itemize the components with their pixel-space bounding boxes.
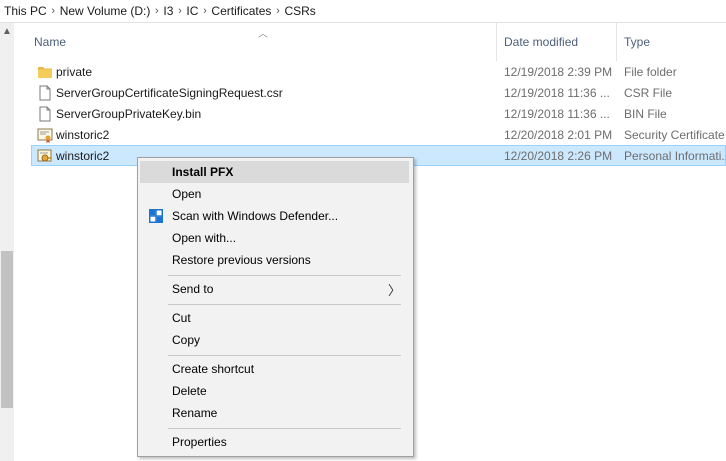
breadcrumb-certificates[interactable]: Certificates [211, 4, 271, 18]
menu-item-open-with[interactable]: Open with... [140, 227, 409, 249]
menu-item-install-pfx[interactable]: Install PFX [140, 161, 409, 183]
navigation-pane-scrollbar[interactable]: ▲ [0, 23, 14, 461]
pfx-icon [37, 148, 53, 164]
chevron-right-icon[interactable]: › [47, 5, 60, 17]
file-type: CSR File [624, 85, 673, 100]
windows-defender-icon [148, 208, 164, 224]
file-icon [37, 106, 53, 122]
file-row-private[interactable]: private 12/19/2018 2:39 PM File folder [32, 61, 726, 82]
chevron-right-icon[interactable]: › [150, 5, 163, 17]
file-name: ServerGroupPrivateKey.bin [56, 106, 202, 121]
menu-item-cut[interactable]: Cut [140, 307, 409, 329]
menu-item-label: Cut [172, 311, 191, 325]
breadcrumb-new-volume[interactable]: New Volume (D:) [60, 4, 151, 18]
menu-separator [168, 428, 401, 429]
menu-item-label: Copy [172, 333, 201, 347]
breadcrumb-ic[interactable]: IC [186, 4, 198, 18]
menu-item-rename[interactable]: Rename [140, 402, 409, 424]
chevron-right-icon[interactable]: › [173, 5, 186, 17]
file-date: 12/20/2018 2:01 PM [504, 127, 613, 142]
menu-item-send-to[interactable]: Send to 〉 [140, 278, 409, 300]
file-name: winstoric2 [56, 127, 110, 142]
column-header-name[interactable]: Name [34, 23, 66, 61]
file-icon [37, 85, 53, 101]
file-name: ServerGroupCertificateSigningRequest.csr [56, 85, 283, 100]
file-type: BIN File [624, 106, 667, 121]
menu-separator [168, 355, 401, 356]
file-type: File folder [624, 64, 677, 79]
menu-item-restore-previous-versions[interactable]: Restore previous versions [140, 249, 409, 271]
scrollbar-thumb[interactable] [1, 251, 13, 408]
file-row-certificate[interactable]: winstoric2 12/20/2018 2:01 PM Security C… [32, 124, 726, 145]
menu-separator [168, 304, 401, 305]
menu-item-label: Rename [172, 406, 218, 420]
file-name: private [56, 64, 93, 79]
address-bar[interactable]: This PC › New Volume (D:) › I3 › IC › Ce… [0, 0, 726, 23]
sort-ascending-icon: ︿ [258, 29, 268, 40]
menu-item-create-shortcut[interactable]: Create shortcut [140, 358, 409, 380]
menu-item-open[interactable]: Open [140, 183, 409, 205]
menu-item-scan-defender[interactable]: Scan with Windows Defender... [140, 205, 409, 227]
chevron-right-icon: 〉 [387, 282, 401, 298]
file-row-csr[interactable]: ServerGroupCertificateSigningRequest.csr… [32, 82, 726, 103]
column-header-row: ︿ Name Date modified Type [22, 23, 726, 61]
menu-item-label: Install PFX [172, 165, 234, 179]
menu-item-label: Delete [172, 384, 207, 398]
file-date: 12/19/2018 2:39 PM [504, 64, 613, 79]
context-menu: Install PFX Open Scan with Windows Defen… [137, 157, 414, 457]
breadcrumb-this-pc[interactable]: This PC [0, 4, 47, 18]
file-date: 12/19/2018 11:36 ... [504, 106, 610, 121]
menu-separator [168, 275, 401, 276]
column-divider[interactable] [496, 23, 497, 61]
breadcrumb-i3[interactable]: I3 [163, 4, 173, 18]
menu-item-copy[interactable]: Copy [140, 329, 409, 351]
column-header-type[interactable]: Type [624, 23, 650, 61]
chevron-right-icon[interactable]: › [271, 5, 284, 17]
menu-item-delete[interactable]: Delete [140, 380, 409, 402]
menu-item-label: Open [172, 187, 202, 201]
file-type: Personal Informati... [624, 148, 726, 163]
folder-icon [37, 64, 53, 80]
certificate-icon [37, 127, 53, 143]
column-header-date-modified[interactable]: Date modified [504, 23, 578, 61]
file-type: Security Certificate [624, 127, 725, 142]
menu-item-label: Scan with Windows Defender... [172, 209, 339, 223]
breadcrumb-csrs[interactable]: CSRs [284, 4, 315, 18]
file-date: 12/20/2018 2:26 PM [504, 148, 613, 163]
menu-item-label: Restore previous versions [172, 253, 311, 267]
file-list: private 12/19/2018 2:39 PM File folder S… [31, 61, 726, 166]
menu-item-properties[interactable]: Properties [140, 431, 409, 453]
menu-item-label: Properties [172, 435, 227, 449]
menu-item-label: Create shortcut [172, 362, 255, 376]
file-date: 12/19/2018 11:36 ... [504, 85, 610, 100]
menu-item-label: Open with... [172, 231, 237, 245]
chevron-right-icon[interactable]: › [198, 5, 211, 17]
file-row-private-key[interactable]: ServerGroupPrivateKey.bin 12/19/2018 11:… [32, 103, 726, 124]
menu-item-label: Send to [172, 282, 214, 296]
column-divider[interactable] [616, 23, 617, 61]
scroll-up-arrow-icon[interactable]: ▲ [0, 23, 14, 40]
